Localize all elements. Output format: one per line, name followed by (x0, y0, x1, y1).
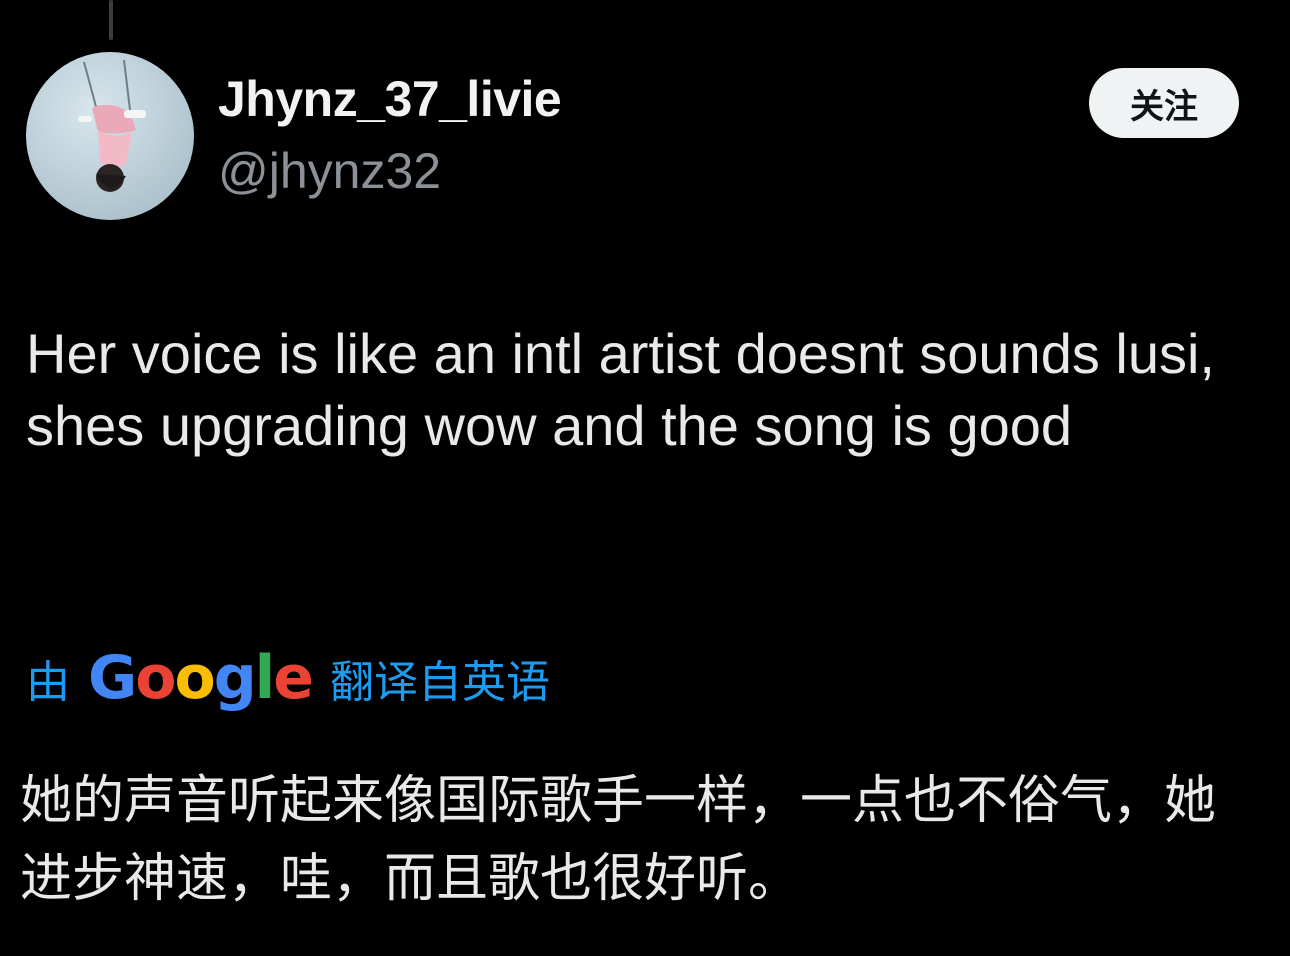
google-logo: Google (88, 643, 314, 713)
author-display-name[interactable]: Jhynz_37_livie (218, 70, 562, 128)
author-handle[interactable]: @jhynz32 (218, 142, 441, 200)
avatar[interactable] (26, 52, 194, 220)
avatar-photo (78, 59, 146, 192)
tweet-text: Her voice is like an intl artist doesnt … (26, 322, 1215, 457)
translation-attribution[interactable]: 由 Google 翻译自英语 (26, 638, 550, 718)
tweet-card: Jhynz_37_livie @jhynz32 关注 Her voice is … (0, 0, 1290, 956)
follow-button[interactable]: 关注 (1089, 68, 1239, 138)
translated-tweet-text: 她的声音听起来像国际歌手一样，一点也不俗气，她进步神速，哇，而且歌也很好听。 (20, 771, 1217, 909)
translation-prefix: 由 (26, 657, 70, 708)
thread-connector-line (109, 0, 113, 40)
translation-source-language: 翻译自英语 (329, 657, 550, 708)
